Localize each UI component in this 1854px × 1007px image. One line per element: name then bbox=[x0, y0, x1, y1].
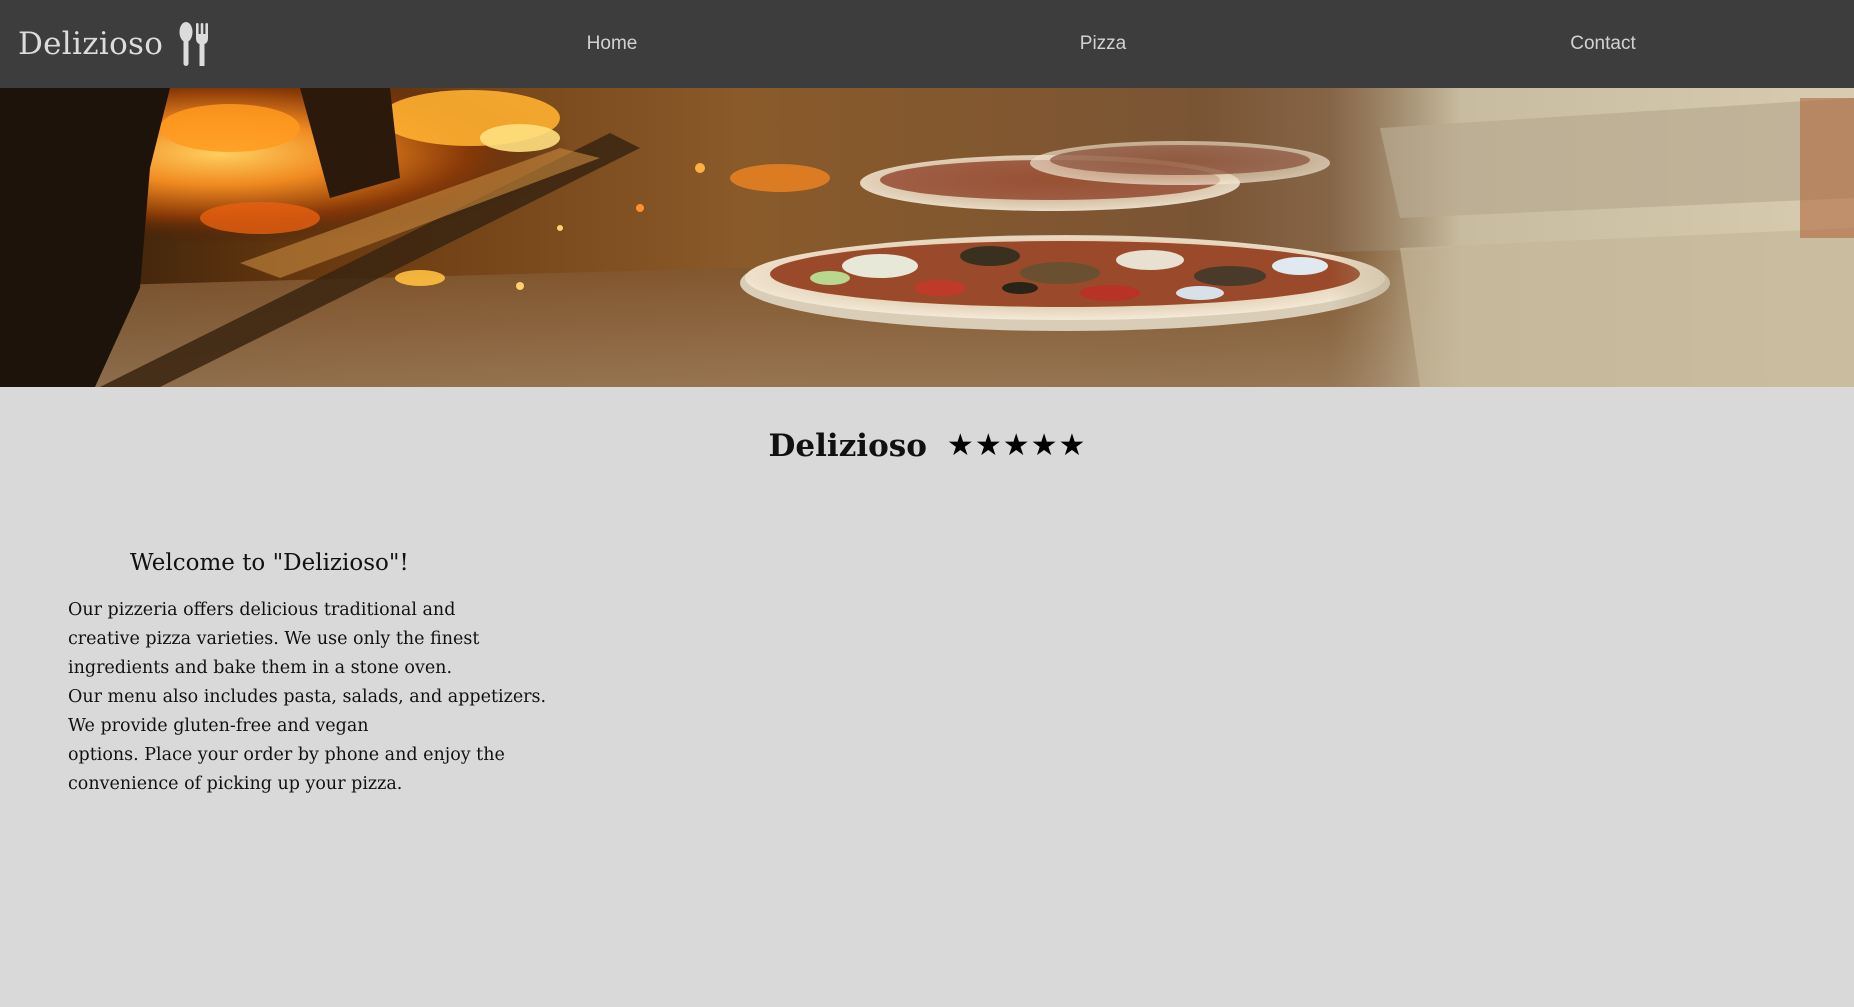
nav-link-home[interactable]: Home bbox=[587, 0, 638, 88]
welcome-line: We provide gluten-free and vegan bbox=[68, 716, 369, 736]
welcome-line: ingredients and bake them in a stone ove… bbox=[68, 658, 453, 678]
star-rating: ★ ★ ★ ★ ★ bbox=[947, 431, 1086, 461]
welcome-line: options. Place your order by phone and e… bbox=[68, 745, 505, 765]
navbar: Delizioso Home Pizza Contact bbox=[0, 0, 1854, 88]
star-icon: ★ bbox=[1002, 428, 1030, 463]
star-icon: ★ bbox=[946, 428, 974, 463]
welcome-paragraph: Our pizzeria offers delicious traditiona… bbox=[68, 596, 546, 799]
pizza-oven-image bbox=[0, 88, 1854, 387]
hero-banner bbox=[0, 88, 1854, 387]
brand-logo[interactable]: Delizioso bbox=[18, 0, 211, 88]
welcome-line: convenience of picking up your pizza. bbox=[68, 774, 403, 794]
welcome-title: Welcome to "Delizioso"! bbox=[130, 550, 409, 576]
welcome-line: Our pizzeria offers delicious traditiona… bbox=[68, 600, 456, 620]
rating-heading: Delizioso ★ ★ ★ ★ ★ bbox=[0, 428, 1854, 464]
nav-link-contact[interactable]: Contact bbox=[1570, 0, 1635, 88]
welcome-line: creative pizza varieties. We use only th… bbox=[68, 629, 480, 649]
star-icon: ★ bbox=[1058, 428, 1086, 463]
star-icon: ★ bbox=[1030, 428, 1058, 463]
nav-link-pizza[interactable]: Pizza bbox=[1080, 0, 1126, 88]
brand-name: Delizioso bbox=[18, 26, 164, 62]
welcome-line: Our menu also includes pasta, salads, an… bbox=[68, 687, 547, 707]
star-icon: ★ bbox=[974, 428, 1002, 463]
fork-and-knife-icon bbox=[179, 22, 209, 66]
restaurant-title: Delizioso bbox=[768, 428, 927, 464]
